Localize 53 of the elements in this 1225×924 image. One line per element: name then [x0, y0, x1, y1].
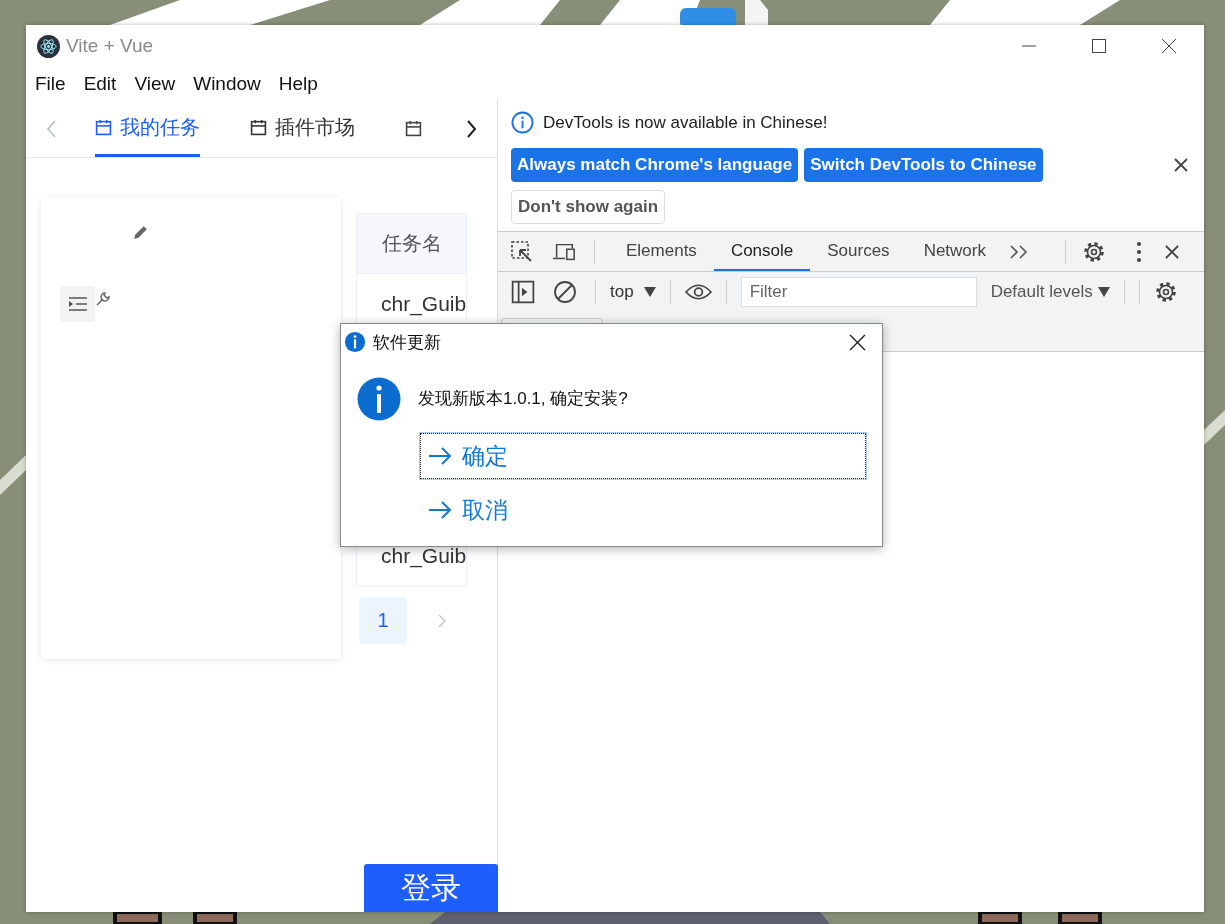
- close-icon: [1161, 38, 1177, 54]
- double-chevron-icon[interactable]: [1009, 243, 1029, 260]
- arrow-icon: [428, 447, 452, 465]
- menu-item[interactable]: Window: [184, 72, 270, 95]
- indent-icon: [67, 296, 88, 312]
- info-icon: [511, 111, 534, 134]
- menu-item[interactable]: View: [125, 72, 185, 95]
- close-icon[interactable]: [849, 333, 866, 351]
- wrench-icon[interactable]: [95, 291, 111, 307]
- levels-dropdown[interactable]: Default levels: [990, 282, 1110, 302]
- filter-field[interactable]: Filter: [740, 277, 977, 307]
- indent-button[interactable]: [60, 286, 95, 322]
- context-dropdown[interactable]: top: [610, 282, 656, 302]
- clear-console-icon[interactable]: [553, 280, 577, 304]
- close-icon[interactable]: [1173, 157, 1189, 173]
- calendar-icon: [250, 118, 267, 136]
- close-icon[interactable]: [1164, 243, 1180, 260]
- tab[interactable]: 插件市场: [250, 100, 355, 157]
- column-header: 任务名: [356, 213, 467, 274]
- chevron-right-icon[interactable]: [465, 118, 477, 139]
- panel-tab[interactable]: Network: [906, 232, 1003, 271]
- panel-tab[interactable]: Sources: [810, 232, 907, 271]
- more-icon[interactable]: [1136, 240, 1142, 263]
- calendar-icon: [95, 118, 112, 136]
- menu-item[interactable]: Edit: [74, 72, 126, 95]
- infobar-button[interactable]: Always match Chrome's language: [511, 148, 799, 182]
- menu-item[interactable]: File: [26, 72, 75, 95]
- info-icon: [357, 377, 401, 421]
- menu-item[interactable]: Help: [269, 72, 327, 95]
- maximize-icon: [1091, 38, 1107, 54]
- eye-icon[interactable]: [684, 283, 712, 301]
- command-link[interactable]: 确定: [420, 433, 866, 479]
- panel-tab[interactable]: Elements: [609, 232, 714, 271]
- page-button[interactable]: 1: [359, 597, 407, 644]
- window-title: Vite + Vue: [66, 35, 154, 57]
- sidebar-icon[interactable]: [511, 280, 535, 304]
- dialog-message: 发现新版本1.0.1, 确定安装?: [418, 388, 629, 410]
- login-button[interactable]: 登录: [364, 864, 498, 912]
- settings-icon[interactable]: [1153, 280, 1178, 304]
- info-icon: [344, 331, 366, 353]
- tab[interactable]: 我的任务: [95, 100, 200, 157]
- infobar-button[interactable]: Don't show again: [511, 190, 666, 224]
- atom-icon: [37, 34, 60, 58]
- caret-icon: [643, 287, 656, 297]
- inspect-icon[interactable]: [510, 239, 534, 264]
- pencil-icon[interactable]: [132, 224, 149, 241]
- caret-icon: [1097, 287, 1110, 297]
- settings-icon[interactable]: [1082, 239, 1106, 264]
- minimize-icon: [1021, 45, 1037, 47]
- infobar-message: DevTools is now available in Chinese!: [543, 112, 828, 133]
- infobar-button[interactable]: Switch DevTools to Chinese: [804, 148, 1043, 182]
- arrow-icon: [428, 501, 452, 519]
- calendar-icon[interactable]: [405, 120, 422, 137]
